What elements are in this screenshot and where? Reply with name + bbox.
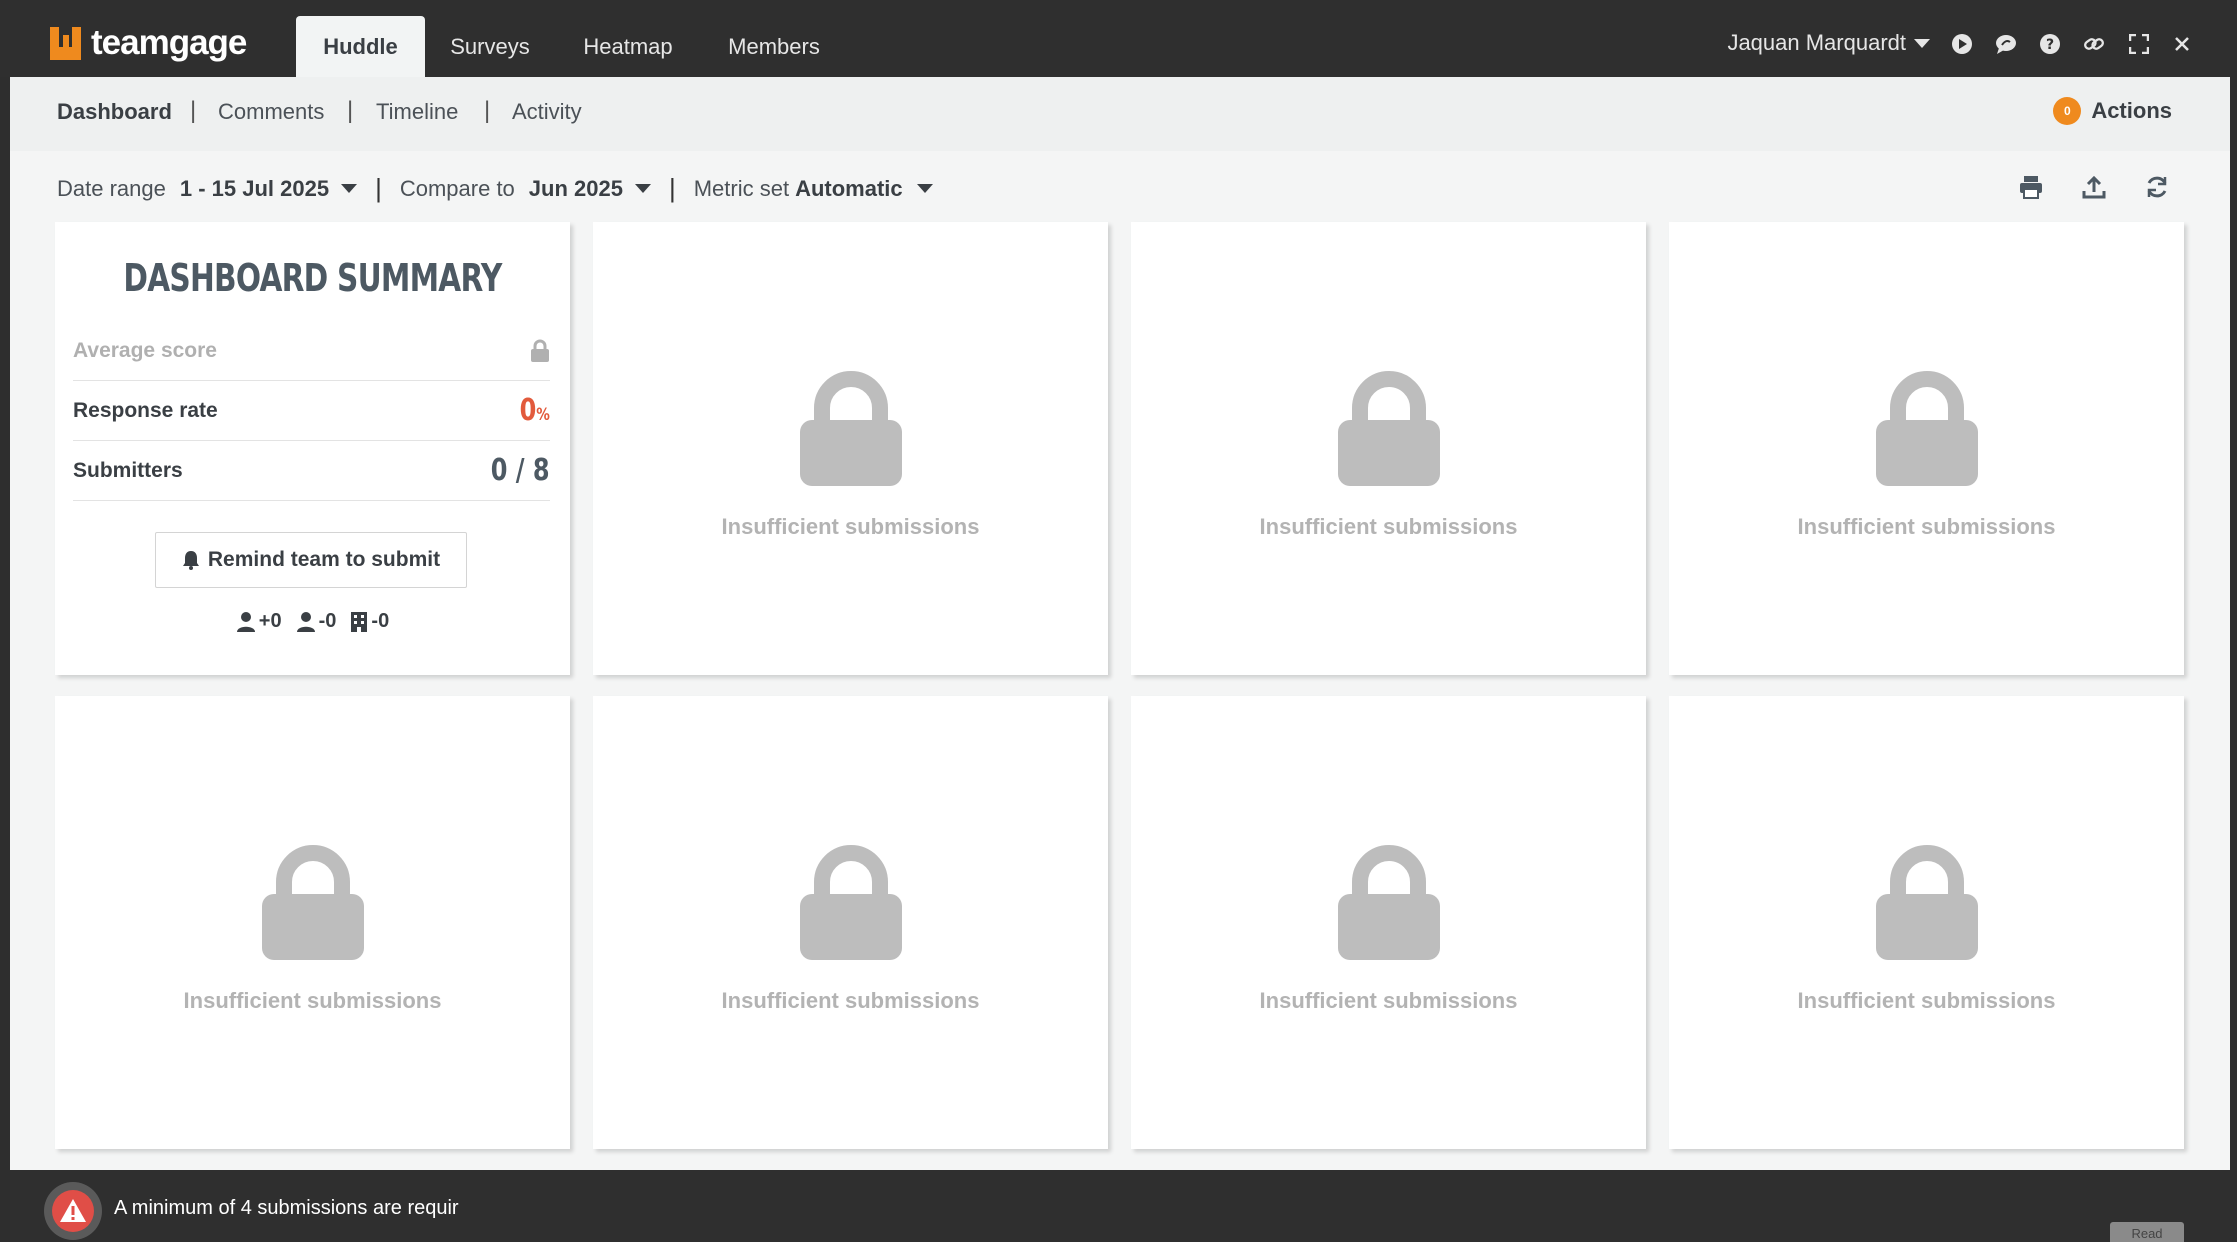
submitters-value: 0 / 8 bbox=[491, 453, 550, 488]
submitters-label: Submitters bbox=[73, 458, 183, 482]
date-range-label: Date range bbox=[57, 175, 166, 201]
separator: | bbox=[347, 97, 354, 124]
summary-title: DASHBOARD SUMMARY bbox=[123, 256, 502, 300]
average-score-label: Average score bbox=[73, 338, 217, 362]
actions-button[interactable]: 0 Actions bbox=[2053, 97, 2172, 125]
chevron-down-icon bbox=[1914, 38, 1930, 48]
building-icon bbox=[351, 611, 368, 632]
average-score-row: Average score bbox=[73, 321, 550, 381]
lock-icon bbox=[261, 845, 364, 960]
metric-card-locked: Insufficient submissions bbox=[593, 222, 1108, 675]
actions-label: Actions bbox=[2091, 98, 2172, 123]
fullscreen-icon[interactable] bbox=[2128, 33, 2150, 55]
sub-nav: Dashboard | Comments | Timeline | Activi… bbox=[10, 77, 2230, 151]
notification-button[interactable]: Read bbox=[2110, 1222, 2184, 1242]
refresh-icon[interactable] bbox=[2144, 174, 2170, 200]
member-changes: +0 -0 -0 bbox=[55, 610, 570, 633]
response-rate-value: 0% bbox=[519, 393, 550, 428]
insufficient-submissions-text: Insufficient submissions bbox=[721, 514, 980, 539]
top-bar: teamgage Huddle Surveys Heatmap Members … bbox=[0, 0, 2237, 77]
user-menu[interactable]: Jaquan Marquardt bbox=[1727, 30, 1930, 56]
lock-icon bbox=[1875, 371, 1978, 486]
response-rate-label: Response rate bbox=[73, 398, 218, 422]
close-icon[interactable] bbox=[2171, 33, 2193, 55]
lock-icon bbox=[1875, 845, 1978, 960]
subnav-activity[interactable]: Activity bbox=[512, 99, 582, 125]
subnav-timeline[interactable]: Timeline bbox=[376, 99, 458, 125]
insufficient-submissions-text: Insufficient submissions bbox=[1259, 988, 1518, 1013]
lock-icon bbox=[1337, 845, 1440, 960]
date-range-select[interactable]: 1 - 15 Jul 2025 bbox=[179, 175, 358, 202]
insufficient-submissions-text: Insufficient submissions bbox=[1797, 988, 2056, 1013]
metric-card-locked: Insufficient submissions bbox=[1131, 696, 1646, 1149]
metric-card-locked: Insufficient submissions bbox=[593, 696, 1108, 1149]
chat-icon[interactable] bbox=[1995, 33, 2017, 55]
metric-card-locked: Insufficient submissions bbox=[1669, 696, 2184, 1149]
separator: | bbox=[484, 97, 491, 124]
left-count: -0 bbox=[296, 610, 336, 633]
play-icon[interactable] bbox=[1951, 33, 1973, 55]
insufficient-submissions-text: Insufficient submissions bbox=[1259, 514, 1518, 539]
compare-label: Compare to bbox=[399, 175, 515, 201]
metric-card-locked: Insufficient submissions bbox=[1131, 222, 1646, 675]
help-icon[interactable]: ? bbox=[2039, 33, 2061, 55]
submitters-row: Submitters 0 / 8 bbox=[73, 441, 550, 501]
user-icon bbox=[236, 611, 255, 632]
tab-surveys[interactable]: Surveys bbox=[440, 16, 540, 77]
actions-count-badge: 0 bbox=[2053, 97, 2082, 125]
user-icon bbox=[296, 611, 315, 632]
teamgage-logo-icon bbox=[50, 26, 81, 60]
metric-card-locked: Insufficient submissions bbox=[55, 696, 570, 1149]
remind-button-label: Remind team to submit bbox=[207, 548, 441, 571]
lock-icon bbox=[799, 371, 902, 486]
metric-select[interactable]: Metric set Automatic bbox=[694, 176, 933, 202]
window-edge bbox=[2230, 0, 2237, 1242]
dashboard-main: Date range 1 - 15 Jul 2025 | Compare to … bbox=[10, 151, 2230, 1170]
separator: | bbox=[190, 97, 197, 124]
compare-select[interactable]: Jun 2025 bbox=[529, 176, 651, 202]
metric-value: Automatic bbox=[795, 175, 903, 201]
link-icon[interactable] bbox=[2083, 33, 2105, 55]
print-icon[interactable] bbox=[2018, 174, 2044, 200]
tab-members[interactable]: Members bbox=[716, 16, 832, 77]
joined-count: +0 bbox=[236, 610, 282, 633]
user-name: Jaquan Marquardt bbox=[1727, 30, 1906, 55]
insufficient-submissions-text: Insufficient submissions bbox=[183, 988, 442, 1013]
subnav-dashboard[interactable]: Dashboard bbox=[57, 99, 172, 125]
separator: | bbox=[375, 173, 382, 203]
export-icon[interactable] bbox=[2081, 174, 2107, 200]
metric-card-locked: Insufficient submissions bbox=[1669, 222, 2184, 675]
notification-message: A minimum of 4 submissions are requir bbox=[114, 1197, 459, 1219]
lock-icon bbox=[531, 339, 549, 362]
chevron-down-icon bbox=[341, 184, 358, 193]
logo-text: teamgage bbox=[91, 23, 247, 62]
warning-icon bbox=[60, 1199, 86, 1222]
remind-team-button[interactable]: Remind team to submit bbox=[155, 532, 467, 588]
tab-huddle[interactable]: Huddle bbox=[296, 16, 425, 77]
insufficient-submissions-text: Insufficient submissions bbox=[1797, 514, 2056, 539]
filter-bar: Date range 1 - 15 Jul 2025 | Compare to … bbox=[57, 173, 933, 204]
lock-icon bbox=[799, 845, 902, 960]
chevron-down-icon bbox=[634, 184, 651, 193]
compare-value: Jun 2025 bbox=[528, 175, 623, 201]
insufficient-submissions-text: Insufficient submissions bbox=[721, 988, 980, 1013]
metric-label: Metric set bbox=[693, 175, 790, 201]
warning-icon-badge bbox=[44, 1182, 102, 1240]
bell-icon bbox=[182, 551, 199, 570]
department-count: -0 bbox=[350, 610, 389, 633]
date-range-value: 1 - 15 Jul 2025 bbox=[179, 175, 330, 201]
notification-bar: A minimum of 4 submissions are requir Re… bbox=[10, 1170, 2230, 1242]
separator: | bbox=[668, 173, 676, 203]
svg-text:?: ? bbox=[2046, 37, 2054, 53]
lock-icon bbox=[1337, 371, 1440, 486]
chevron-down-icon bbox=[916, 184, 933, 193]
subnav-comments[interactable]: Comments bbox=[218, 99, 324, 125]
dashboard-summary-card: DASHBOARD SUMMARY Average score Response… bbox=[55, 222, 570, 675]
response-rate-row: Response rate 0% bbox=[73, 381, 550, 441]
tab-heatmap[interactable]: Heatmap bbox=[568, 16, 688, 77]
logo[interactable]: teamgage bbox=[50, 23, 247, 62]
